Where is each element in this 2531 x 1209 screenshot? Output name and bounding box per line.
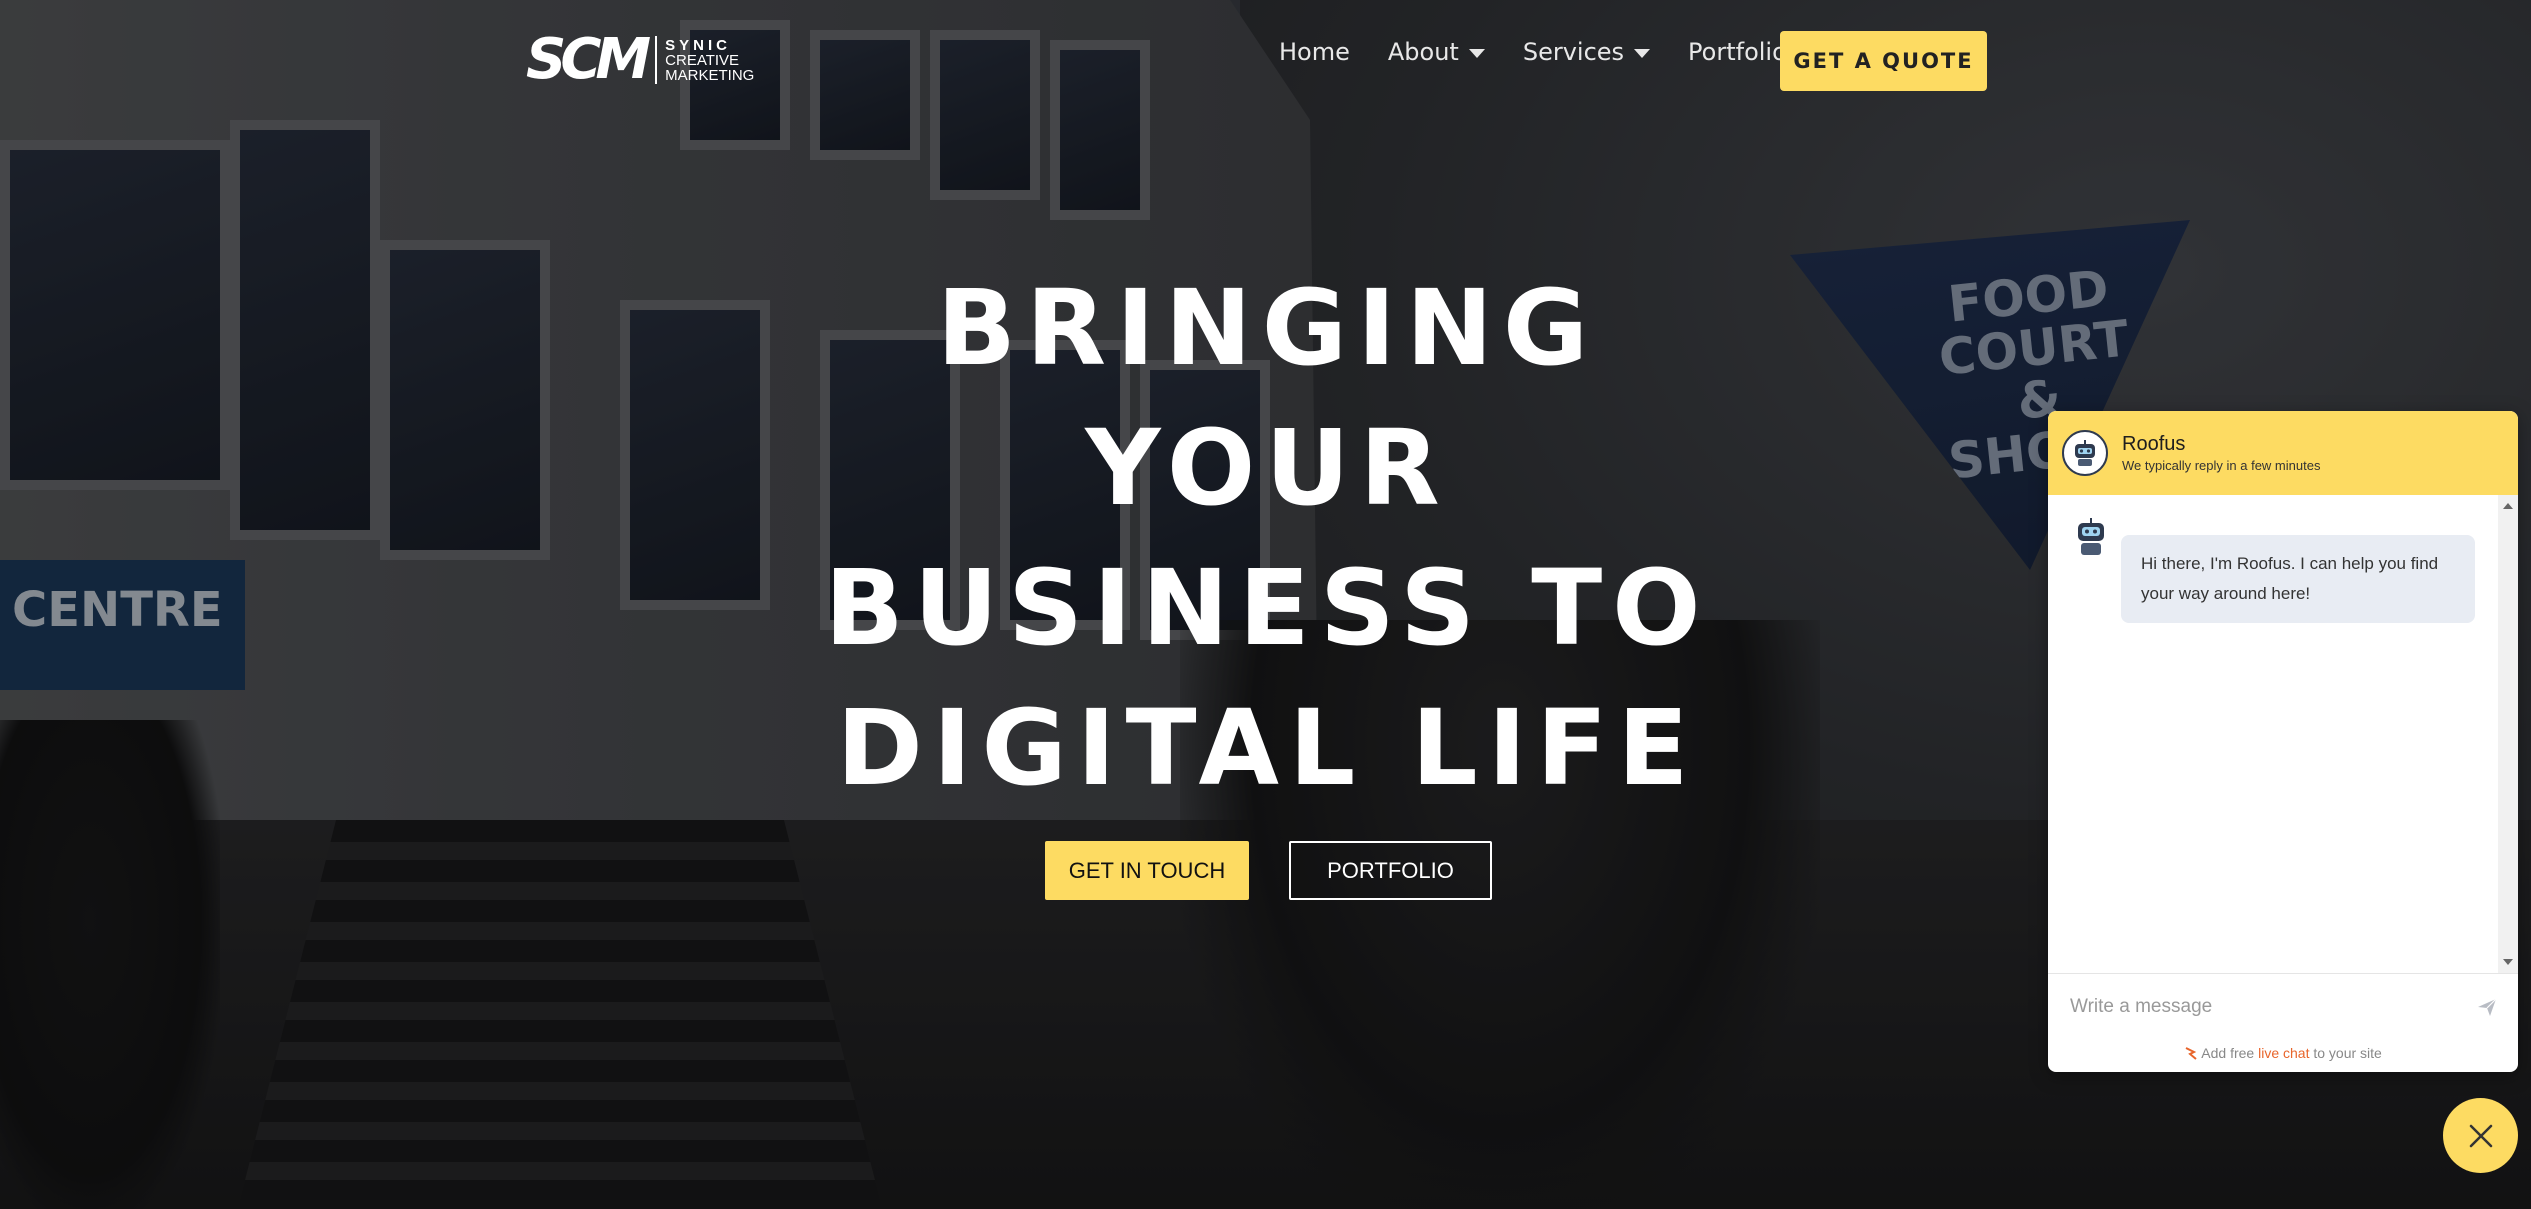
chat-messages: Hi there, I'm Roofus. I can help you fin…: [2048, 495, 2518, 973]
logo-wordmark: SYNIC CREATIVE MARKETING: [665, 36, 755, 84]
scroll-down-icon[interactable]: [2503, 959, 2513, 965]
live-chat-link[interactable]: live chat: [2258, 1045, 2309, 1061]
footer-suffix: to your site: [2309, 1045, 2382, 1061]
close-icon: [2469, 1124, 2492, 1147]
main-nav: Home About Services Portfolio: [1279, 38, 1825, 66]
chat-agent-name: Roofus: [2122, 433, 2186, 455]
chevron-down-icon: [1634, 49, 1651, 58]
robot-avatar-icon: [2062, 430, 2108, 476]
scroll-up-icon[interactable]: [2503, 503, 2513, 509]
chat-agent-status: We typically reply in a few minutes: [2122, 458, 2321, 473]
chat-logo-icon: [2185, 1047, 2197, 1060]
hero-title: BRINGING YOUR BUSINESS TO DIGITAL LIFE: [800, 258, 1735, 818]
nav-home[interactable]: Home: [1279, 38, 1350, 66]
chat-agent-info: Roofus We typically reply in a few minut…: [2122, 433, 2320, 473]
nav-about[interactable]: About: [1388, 38, 1485, 66]
chat-message-bubble: Hi there, I'm Roofus. I can help you fin…: [2121, 535, 2475, 623]
chat-header: Roofus We typically reply in a few minut…: [2048, 411, 2518, 495]
chat-close-button[interactable]: [2443, 1098, 2518, 1173]
footer-prefix: Add free: [2201, 1045, 2259, 1061]
robot-avatar-icon: [2078, 518, 2104, 555]
hero-title-line: BRINGING: [936, 267, 1599, 389]
portfolio-button[interactable]: PORTFOLIO: [1289, 841, 1492, 900]
logo-divider: [655, 36, 658, 84]
get-in-touch-button[interactable]: GET IN TOUCH: [1045, 841, 1249, 900]
hero-title-line: BUSINESS TO: [824, 547, 1711, 669]
get-a-quote-button[interactable]: GET A QUOTE: [1780, 31, 1987, 91]
nav-services[interactable]: Services: [1523, 38, 1651, 66]
site-logo[interactable]: SCM SYNIC CREATIVE MARKETING: [526, 27, 755, 92]
chevron-down-icon: [1468, 49, 1485, 58]
send-icon[interactable]: [2476, 996, 2498, 1018]
hero-title-line: YOUR: [1085, 407, 1450, 529]
chat-message-input[interactable]: [2068, 994, 2452, 1019]
chat-scrollbar[interactable]: [2498, 495, 2518, 973]
nav-portfolio[interactable]: Portfolio: [1688, 38, 1787, 66]
chat-input-row: [2048, 973, 2518, 1039]
logo-mark: SCM: [526, 27, 651, 92]
hero-title-line: DIGITAL LIFE: [836, 687, 1699, 809]
chat-widget: Roofus We typically reply in a few minut…: [2048, 411, 2518, 1072]
chat-powered-by[interactable]: Add free live chat to your site: [2048, 1039, 2518, 1072]
